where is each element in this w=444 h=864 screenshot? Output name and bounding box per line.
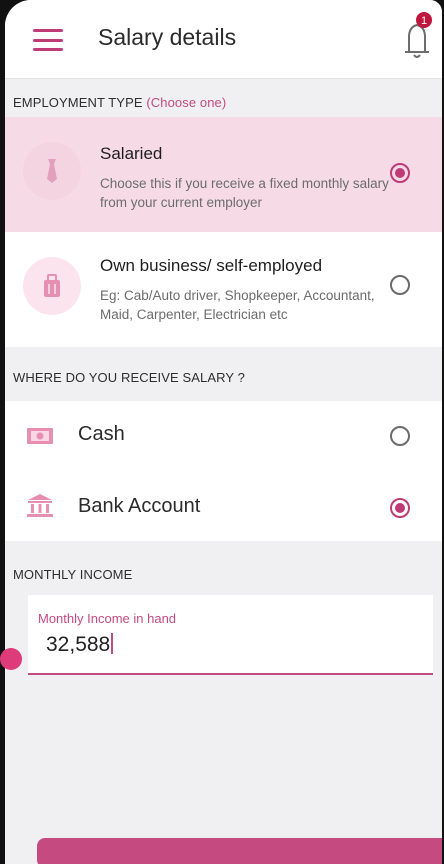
cash-icon bbox=[27, 428, 53, 449]
continue-button[interactable] bbox=[37, 838, 442, 864]
touch-indicator-dot bbox=[0, 648, 22, 670]
self-employed-radio[interactable] bbox=[390, 275, 410, 295]
employment-option-salaried[interactable]: Salaried Choose this if you receive a fi… bbox=[5, 117, 442, 232]
cash-radio[interactable] bbox=[390, 426, 410, 446]
option-description: Eg: Cab/Auto driver, Shopkeeper, Account… bbox=[100, 288, 375, 322]
bank-icon bbox=[27, 493, 53, 522]
option-label: Cash bbox=[78, 423, 125, 445]
employment-section-label: EMPLOYMENT TYPE (Choose one) bbox=[13, 95, 226, 110]
income-section-label: MONTHLY INCOME bbox=[13, 567, 133, 582]
salaried-radio[interactable] bbox=[390, 163, 410, 183]
employment-option-self-employed[interactable]: Own business/ self-employed Eg: Cab/Auto… bbox=[5, 232, 442, 347]
receive-section-label: WHERE DO YOU RECEIVE SALARY ? bbox=[13, 370, 245, 385]
income-value-text: 32,588 bbox=[46, 633, 111, 656]
menu-icon[interactable] bbox=[33, 29, 63, 51]
bank-account-radio[interactable] bbox=[390, 498, 410, 518]
tie-icon bbox=[23, 142, 81, 200]
receive-option-bank-account[interactable]: Bank Account bbox=[5, 471, 442, 541]
app-header: Salary details 1 bbox=[5, 0, 442, 79]
receive-option-cash[interactable]: Cash bbox=[5, 401, 442, 471]
employment-label-text: EMPLOYMENT TYPE bbox=[13, 95, 143, 110]
employment-label-hint: (Choose one) bbox=[146, 95, 227, 110]
option-description: Choose this if you receive a fixed month… bbox=[100, 176, 389, 210]
phone-frame: Salary details 1 EMPLOYMENT TYPE (Choose… bbox=[0, 0, 444, 864]
income-field-label: Monthly Income in hand bbox=[38, 611, 177, 626]
notification-bell-icon[interactable]: 1 bbox=[400, 8, 434, 62]
option-title: Salaried bbox=[100, 144, 163, 163]
text-cursor bbox=[111, 633, 113, 654]
notification-count: 1 bbox=[421, 15, 427, 27]
option-label: Bank Account bbox=[78, 495, 201, 517]
briefcase-icon bbox=[23, 257, 81, 315]
page-title: Salary details bbox=[98, 24, 237, 50]
app-screen: Salary details 1 EMPLOYMENT TYPE (Choose… bbox=[5, 0, 442, 864]
income-input[interactable]: 32,588 bbox=[46, 633, 113, 657]
monthly-income-field[interactable]: Monthly Income in hand 32,588 bbox=[28, 595, 433, 675]
option-title: Own business/ self-employed bbox=[100, 256, 323, 275]
